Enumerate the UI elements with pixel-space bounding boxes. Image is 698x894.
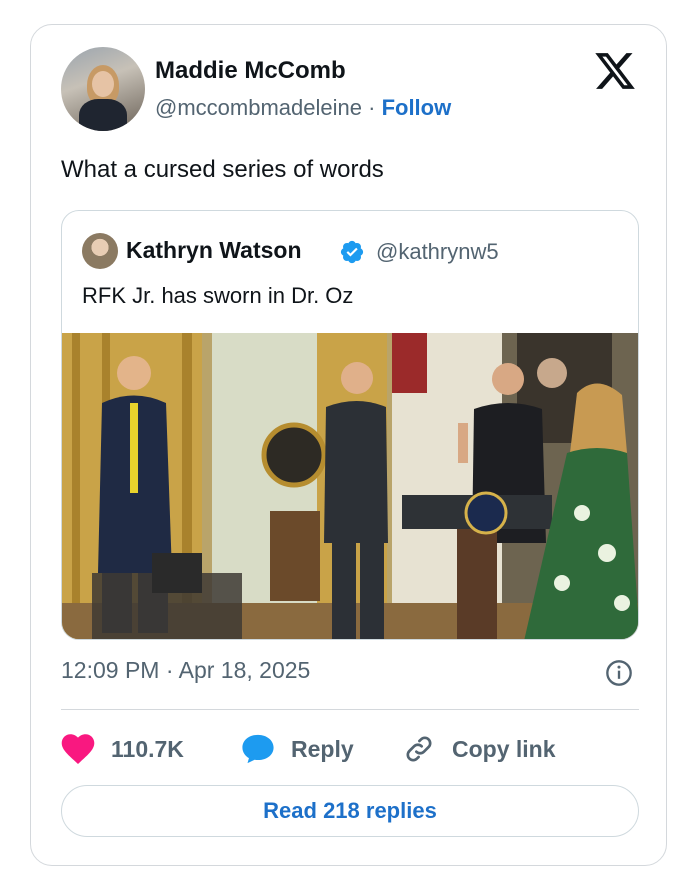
author-handle-row: @mccombmadeleine · Follow xyxy=(155,95,451,121)
avatar-body xyxy=(79,99,127,131)
x-logo-icon[interactable] xyxy=(593,49,637,93)
reply-button[interactable]: Reply xyxy=(241,729,354,769)
reply-label: Reply xyxy=(291,735,354,762)
verified-badge-icon xyxy=(340,240,364,264)
like-button[interactable]: 110.7K xyxy=(61,729,184,769)
link-icon xyxy=(406,736,432,762)
author-avatar[interactable] xyxy=(61,47,145,131)
follow-button[interactable]: Follow xyxy=(382,95,452,120)
quoted-author-name[interactable]: Kathryn Watson xyxy=(126,237,302,264)
read-replies-button[interactable]: Read 218 replies xyxy=(61,785,639,837)
quoted-tweet-text: RFK Jr. has sworn in Dr. Oz xyxy=(82,283,354,308)
copy-link-button[interactable]: Copy link xyxy=(402,729,556,769)
heart-icon xyxy=(61,734,95,765)
divider xyxy=(61,709,639,710)
author-handle[interactable]: @mccombmadeleine xyxy=(155,95,362,120)
info-icon[interactable] xyxy=(605,659,633,687)
handle-separator: · xyxy=(368,95,376,120)
quoted-photo[interactable] xyxy=(62,333,639,640)
author-name[interactable]: Maddie McComb xyxy=(155,57,346,85)
like-count: 110.7K xyxy=(111,735,184,762)
tweet-text: What a cursed series of words xyxy=(61,156,384,183)
reply-bubble-icon xyxy=(242,734,274,764)
tweet-card: Maddie McComb @mccombmadeleine · Follow … xyxy=(30,24,667,866)
avatar-face xyxy=(92,71,114,97)
quoted-author-handle[interactable]: @kathrynw5 xyxy=(376,239,499,265)
copy-link-label: Copy link xyxy=(452,735,556,762)
quoted-author-avatar[interactable] xyxy=(82,233,118,269)
quoted-tweet[interactable]: Kathryn Watson @kathrynw5 RFK Jr. has sw… xyxy=(61,210,639,640)
tweet-timestamp[interactable]: 12:09 PM · Apr 18, 2025 xyxy=(61,657,310,684)
read-replies-label: Read 218 replies xyxy=(263,798,437,823)
